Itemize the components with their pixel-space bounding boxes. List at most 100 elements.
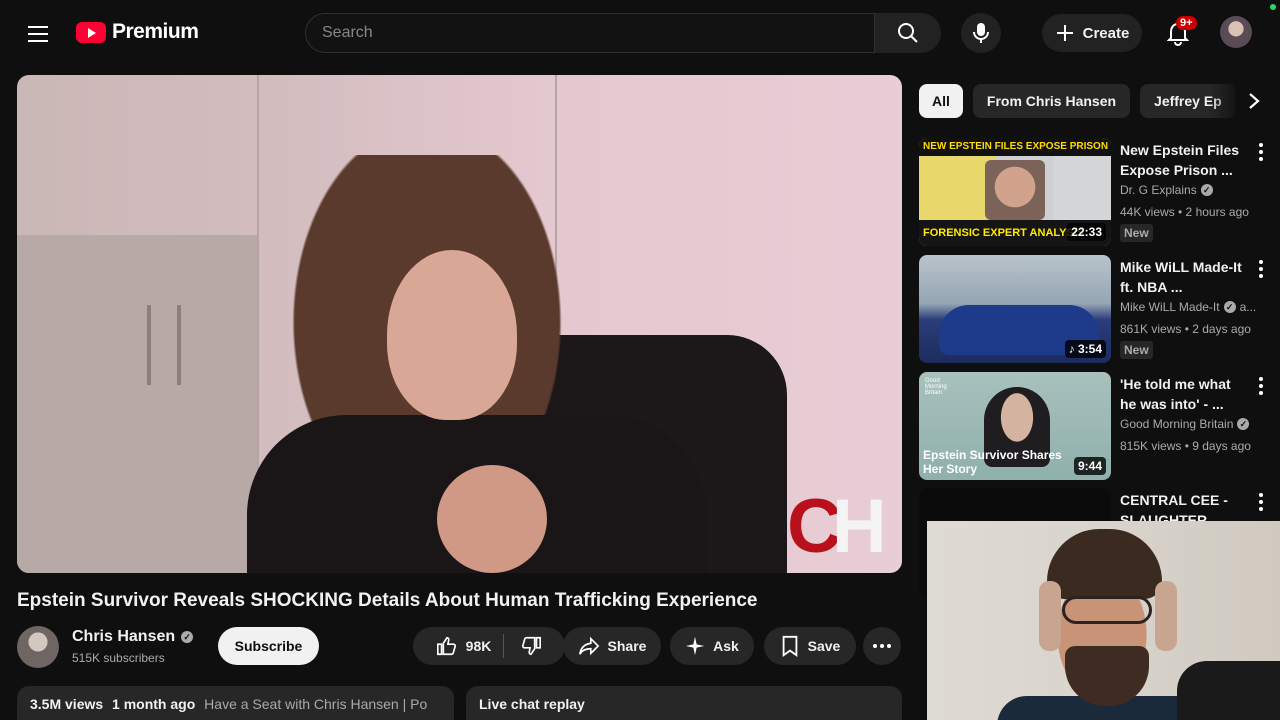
top-header: Premium Create 9+: [0, 0, 1280, 66]
live-chat-replay[interactable]: Live chat replay: [466, 686, 902, 720]
subscriber-count: 515K subscribers: [72, 651, 165, 665]
share-label: Share: [607, 638, 647, 654]
more-vertical-icon[interactable]: [1253, 140, 1269, 164]
status-indicator: [1270, 4, 1276, 10]
video-thumbnail[interactable]: NEW EPSTEIN FILES EXPOSE PRISON COVER UP…: [919, 138, 1111, 246]
duration-badge: ♪ 3:54: [1064, 340, 1106, 358]
webcam-glasses: [1062, 596, 1152, 624]
video-player[interactable]: C H: [17, 75, 902, 573]
view-count: 3.5M views: [30, 696, 104, 712]
recommendation-meta: 44K views • 2 hours ago: [1120, 205, 1249, 219]
live-chat-label: Live chat replay: [479, 696, 585, 712]
channel-name-row[interactable]: Chris Hansen ✓: [72, 628, 194, 646]
channel-watermark: C H: [787, 483, 887, 565]
dislike-button[interactable]: [512, 635, 542, 657]
more-horizontal-icon: [873, 644, 891, 648]
verified-icon: ✓: [1237, 418, 1250, 430]
recommendation-channel-row: Good Morning Britain ✓: [1120, 417, 1270, 431]
channel-name[interactable]: Chris Hansen: [72, 628, 175, 646]
voice-search-button[interactable]: [961, 13, 1001, 53]
recommendation-title[interactable]: New Epstein Files Expose Prison ...: [1120, 140, 1250, 180]
sparkle-icon: [685, 636, 705, 656]
like-count: 98K: [465, 638, 492, 654]
microphone-icon: [973, 23, 989, 43]
bookmark-icon: [782, 635, 797, 657]
thumbnail-caption-top: NEW EPSTEIN FILES EXPOSE PRISON COVER UP: [919, 138, 1111, 156]
youtube-play-icon: [76, 21, 106, 43]
new-badge: New: [1120, 341, 1153, 359]
menu-icon[interactable]: [22, 18, 54, 50]
like-dislike-group: 98K: [413, 627, 565, 665]
chips-next-button[interactable]: [1210, 84, 1270, 118]
search-input[interactable]: [306, 14, 874, 52]
ask-label: Ask: [713, 638, 739, 654]
chevron-right-icon: [1249, 93, 1260, 109]
search-icon: [898, 23, 918, 43]
more-vertical-icon[interactable]: [1253, 374, 1269, 398]
new-badge: New: [1120, 224, 1153, 242]
verified-icon: ✓: [1200, 184, 1213, 196]
search-bar: [305, 13, 875, 53]
duration-text: 3:54: [1077, 342, 1102, 356]
plus-icon: [1056, 25, 1073, 41]
channel-avatar[interactable]: [17, 626, 59, 668]
description-tags: Have a Seat with Chris Hansen | Po: [204, 696, 428, 712]
thumbnail-face: [985, 160, 1045, 220]
subscribe-button[interactable]: Subscribe: [218, 627, 319, 665]
chip-all[interactable]: All: [919, 84, 963, 118]
search-button[interactable]: [875, 13, 941, 53]
youtube-premium-logo[interactable]: Premium: [76, 20, 199, 44]
video-scene-hand: [437, 465, 547, 573]
duration-badge: 9:44: [1073, 457, 1106, 475]
recommendation-item[interactable]: Good Morning Britain Epstein Survivor Sh…: [919, 372, 1269, 482]
more-vertical-icon[interactable]: [1253, 490, 1269, 514]
verified-icon: ✓: [181, 631, 194, 643]
video-scene-handle: [177, 305, 181, 385]
video-thumbnail[interactable]: ♪ 3:54: [919, 255, 1111, 363]
video-scene-face: [387, 250, 517, 420]
recommendation-meta: 861K views • 2 days ago: [1120, 322, 1251, 336]
headphone-left: [1039, 581, 1061, 651]
recommendation-meta: 815K views • 9 days ago: [1120, 439, 1251, 453]
thumbs-down-icon: [522, 636, 542, 656]
create-label: Create: [1082, 24, 1130, 42]
description-box[interactable]: 3.5M views 1 month ago Have a Seat with …: [17, 686, 454, 720]
more-actions-button[interactable]: [863, 627, 901, 665]
recommendation-item[interactable]: ♪ 3:54 Mike WiLL Made-It ft. NBA ... Mik…: [919, 255, 1269, 365]
video-scene-handle: [147, 305, 151, 385]
more-vertical-icon[interactable]: [1253, 257, 1269, 281]
video-thumbnail[interactable]: Good Morning Britain Epstein Survivor Sh…: [919, 372, 1111, 480]
thumbnail-caption: Epstein Survivor Shares Her Story: [923, 448, 1062, 476]
share-button[interactable]: Share: [563, 627, 661, 665]
webcam-hair: [1047, 529, 1162, 599]
recommendation-title[interactable]: 'He told me what he was into' - ...: [1120, 374, 1250, 414]
create-button[interactable]: Create: [1042, 14, 1142, 52]
verified-icon: ✓: [1223, 301, 1236, 313]
ask-button[interactable]: Ask: [670, 627, 754, 665]
recommendation-channel[interactable]: Dr. G Explains: [1120, 183, 1197, 197]
save-button[interactable]: Save: [764, 627, 856, 665]
chip-from-chris-hansen[interactable]: From Chris Hansen: [972, 84, 1131, 118]
logo-text: Premium: [112, 20, 199, 43]
account-avatar[interactable]: [1220, 16, 1252, 48]
recommendation-item[interactable]: NEW EPSTEIN FILES EXPOSE PRISON COVER UP…: [919, 138, 1269, 248]
share-icon: [578, 636, 599, 656]
recommendation-channel[interactable]: Mike WiLL Made-It: [1120, 300, 1220, 314]
headphone-right: [1155, 581, 1177, 651]
webcam-microphone: [1177, 661, 1280, 720]
recommendation-title[interactable]: Mike WiLL Made-It ft. NBA ...: [1120, 257, 1250, 297]
like-button[interactable]: 98K: [436, 634, 505, 658]
recommendation-channel-row: Dr. G Explains ✓: [1120, 183, 1270, 197]
video-title: Epstein Survivor Reveals SHOCKING Detail…: [17, 590, 758, 611]
webcam-overlay: [927, 521, 1280, 720]
watermark-h: H: [831, 484, 887, 569]
channel-suffix: a...: [1239, 300, 1257, 314]
video-scene-cabinet: [17, 235, 257, 573]
thumbs-up-icon: [436, 636, 456, 656]
thumbnail-brand: Good Morning Britain: [925, 378, 947, 396]
recommendation-channel[interactable]: Good Morning Britain: [1120, 417, 1233, 431]
upload-age: 1 month ago: [112, 696, 196, 712]
recommendation-channel-row: Mike WiLL Made-It ✓ a...: [1120, 300, 1270, 314]
save-label: Save: [807, 638, 841, 654]
youtube-watch-page: Premium Create 9+ C: [0, 0, 1280, 720]
